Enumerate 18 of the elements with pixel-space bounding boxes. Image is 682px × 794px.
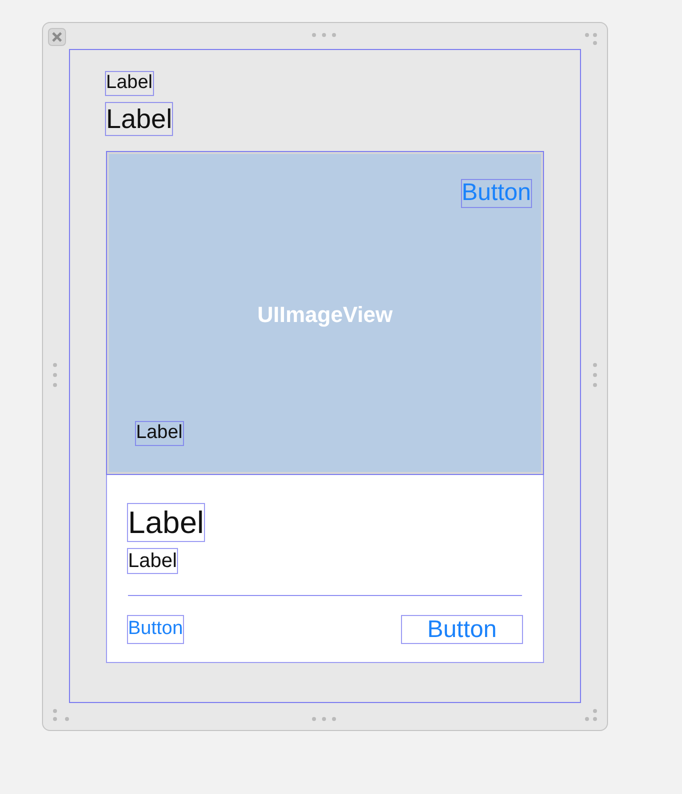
label: Label <box>106 72 152 95</box>
label: Label <box>128 549 177 574</box>
resize-handle-icon[interactable] <box>311 32 337 38</box>
label: Label <box>128 504 204 542</box>
close-icon <box>52 32 62 42</box>
label: Label <box>106 102 172 136</box>
resize-handle-icon[interactable] <box>52 708 70 722</box>
resize-handle-icon[interactable] <box>584 32 598 46</box>
resize-handle-icon[interactable] <box>584 708 598 722</box>
close-button[interactable] <box>48 28 66 46</box>
resize-handle-icon[interactable] <box>311 716 337 722</box>
button[interactable]: Button <box>402 616 522 644</box>
resize-handle-icon[interactable] <box>592 362 598 388</box>
resize-handle-icon[interactable] <box>52 362 58 388</box>
label: Label <box>136 422 182 445</box>
placeholder-text: UIImageView <box>257 300 393 329</box>
button[interactable]: Button <box>128 616 183 644</box>
button[interactable]: Button <box>462 180 531 207</box>
